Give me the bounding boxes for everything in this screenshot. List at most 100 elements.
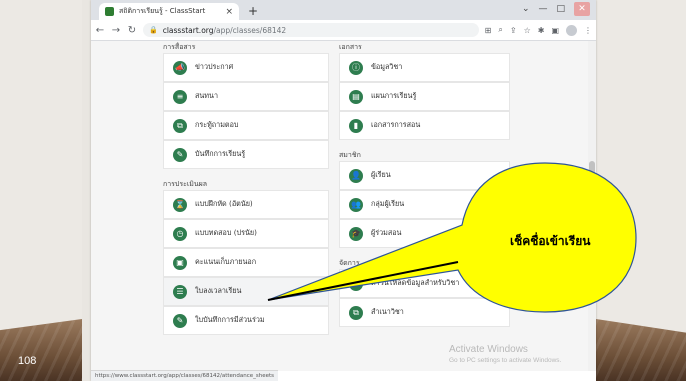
menu-item[interactable]: 🎓 ผู้ร่วมสอน bbox=[339, 219, 510, 248]
close-window-icon[interactable]: ✕ bbox=[574, 2, 590, 16]
menu-item-label: ข้อมูลวิชา bbox=[371, 62, 403, 71]
menu-item-label: เอกสารการสอน bbox=[371, 120, 421, 129]
menu-item[interactable]: 👥 กลุ่มผู้เรียน bbox=[339, 190, 510, 219]
watermark-line1: Activate Windows bbox=[449, 344, 528, 355]
attendance-icon: ☰ bbox=[173, 284, 187, 299]
menu-item[interactable]: ☰ ใบลงเวลาเรียน bbox=[163, 277, 329, 306]
menu-item[interactable]: ≡ สนทนา bbox=[163, 82, 329, 111]
participation-icon: ✎ bbox=[173, 313, 187, 328]
share-icon[interactable]: ⇪ bbox=[510, 26, 517, 35]
section-communication: การสื่อสาร bbox=[163, 43, 196, 51]
page-content: การสื่อสาร 📣 ข่าวประกาศ ≡ สนทนา ⧉ กระทู้ถามตอ… bbox=[91, 41, 588, 371]
menu-item-label: แบบทดสอบ (ปรนัย) bbox=[195, 228, 257, 237]
menu-item-label: ผู้เรียน bbox=[371, 170, 391, 179]
menu-item[interactable]: ▮ เอกสารการสอน bbox=[339, 111, 510, 140]
menu-item-label: แบบฝึกหัด (อัตนัย) bbox=[195, 199, 253, 208]
section-management: จัดการ bbox=[339, 259, 360, 267]
menu-item-label: กลุ่มผู้เรียน bbox=[371, 199, 405, 208]
right-column: เอกสาร ⓘ ข้อมูลวิชา ▤ แผนการเรียนรู้ ▮ เอกสาร… bbox=[339, 41, 510, 327]
activate-windows-watermark: Activate Windows Go to PC settings to ac… bbox=[449, 344, 561, 364]
section-members: สมาชิก bbox=[339, 151, 361, 159]
chevron-down-icon[interactable]: ⌄ bbox=[522, 4, 530, 14]
communication-list: 📣 ข่าวประกาศ ≡ สนทนา ⧉ กระทู้ถามตอบ ✎ บันทึกการ… bbox=[163, 53, 329, 169]
members-list: 👤 ผู้เรียน 👥 กลุ่มผู้เรียน 🎓 ผู้ร่วมสอน bbox=[339, 161, 510, 248]
url-text: classstart.org/app/classes/68142 bbox=[163, 26, 286, 35]
menu-item[interactable]: ⌛ แบบฝึกหัด (อัตนัย) bbox=[163, 190, 329, 219]
translate-icon[interactable]: ⊞ bbox=[485, 26, 492, 35]
zoom-icon[interactable]: ⌕ bbox=[498, 25, 502, 35]
menu-item-label: ผู้ร่วมสอน bbox=[371, 228, 402, 237]
qa-icon: ⧉ bbox=[173, 118, 187, 133]
tab-bar: สถิติการเรียนรู้ - ClassStart × + ⌄ — □ … bbox=[91, 0, 596, 20]
url-host: classstart.org bbox=[162, 25, 214, 35]
menu-item[interactable]: ⧉ สำเนาวิชา bbox=[339, 298, 510, 327]
quiz-icon: ◷ bbox=[173, 226, 187, 241]
chat-icon: ≡ bbox=[173, 89, 187, 104]
menu-item-label: ข่าวประกาศ bbox=[195, 62, 234, 71]
document-icon: ▮ bbox=[349, 118, 363, 133]
menu-item-label: ดาวน์โหลดข้อมูลสำหรับวิชา bbox=[371, 278, 460, 287]
status-bar-url: https://www.classstart.org/app/classes/6… bbox=[91, 370, 279, 381]
menu-item-label: แผนการเรียนรู้ bbox=[371, 91, 417, 100]
new-tab-button[interactable]: + bbox=[246, 4, 260, 18]
menu-item-label: ใบบันทึกการมีส่วนร่วม bbox=[195, 315, 265, 324]
menu-item[interactable]: ⧉ กระทู้ถามตอบ bbox=[163, 111, 329, 140]
browser-window: สถิติการเรียนรู้ - ClassStart × + ⌄ — □ … bbox=[91, 0, 596, 381]
page-scrollbar[interactable] bbox=[588, 41, 596, 371]
menu-item-label: บันทึกการเรียนรู้ bbox=[195, 149, 246, 158]
watermark-line2: Go to PC settings to activate Windows. bbox=[449, 357, 562, 364]
group-icon: 👥 bbox=[349, 197, 363, 212]
menu-item-label: สำเนาวิชา bbox=[371, 307, 404, 316]
menu-item-label: ใบลงเวลาเรียน bbox=[195, 286, 242, 295]
left-column: การสื่อสาร 📣 ข่าวประกาศ ≡ สนทนา ⧉ กระทู้ถามตอ… bbox=[163, 41, 329, 335]
briefcase-icon: ▣ bbox=[173, 255, 187, 270]
slide-number: 108 bbox=[18, 355, 37, 367]
profile-avatar[interactable] bbox=[566, 24, 577, 36]
menu-item[interactable]: ⇩ ดาวน์โหลดข้อมูลสำหรับวิชา bbox=[339, 269, 510, 298]
address-bar[interactable]: 🔒 classstart.org/app/classes/68142 bbox=[143, 23, 479, 37]
tab-title: สถิติการเรียนรู้ - ClassStart bbox=[119, 7, 206, 15]
window-controls: ⌄ — □ ✕ bbox=[522, 2, 590, 16]
documents-list: ⓘ ข้อมูลวิชา ▤ แผนการเรียนรู้ ▮ เอกสารการสอน bbox=[339, 53, 510, 140]
menu-item-label: สนทนา bbox=[195, 91, 218, 100]
menu-item-label: กระทู้ถามตอบ bbox=[195, 120, 239, 129]
lock-icon: 🔒 bbox=[149, 26, 158, 34]
evaluation-list: ⌛ แบบฝึกหัด (อัตนัย) ◷ แบบทดสอบ (ปรนัย) ▣ คะแ… bbox=[163, 190, 329, 335]
menu-item[interactable]: ⓘ ข้อมูลวิชา bbox=[339, 53, 510, 82]
learner-icon: 👤 bbox=[349, 168, 363, 183]
favicon-icon bbox=[105, 7, 114, 16]
menu-item[interactable]: ◷ แบบทดสอบ (ปรนัย) bbox=[163, 219, 329, 248]
menu-item[interactable]: ✎ บันทึกการเรียนรู้ bbox=[163, 140, 329, 169]
plan-icon: ▤ bbox=[349, 89, 363, 104]
sidepanel-icon[interactable]: ▣ bbox=[551, 26, 559, 35]
url-path: /app/classes/68142 bbox=[213, 25, 287, 35]
minimize-icon[interactable]: — bbox=[538, 4, 547, 14]
menu-item[interactable]: 📣 ข่าวประกาศ bbox=[163, 53, 329, 82]
menu-icon[interactable]: ⋮ bbox=[584, 26, 592, 35]
reload-icon[interactable]: ↻ bbox=[127, 25, 137, 36]
info-icon: ⓘ bbox=[349, 60, 363, 75]
menu-item[interactable]: ▤ แผนการเรียนรู้ bbox=[339, 82, 510, 111]
menu-item[interactable]: 👤 ผู้เรียน bbox=[339, 161, 510, 190]
callout-text: เช็คชื่อเข้าเรียน bbox=[510, 234, 591, 248]
back-icon[interactable]: ← bbox=[95, 25, 105, 36]
exercise-icon: ⌛ bbox=[173, 197, 187, 212]
download-icon: ⇩ bbox=[349, 276, 363, 291]
megaphone-icon: 📣 bbox=[173, 60, 187, 75]
copy-icon: ⧉ bbox=[349, 305, 363, 320]
maximize-icon[interactable]: □ bbox=[556, 4, 565, 14]
browser-tab[interactable]: สถิติการเรียนรู้ - ClassStart × bbox=[99, 3, 239, 20]
co-teacher-icon: 🎓 bbox=[349, 226, 363, 241]
menu-item[interactable]: ✎ ใบบันทึกการมีส่วนร่วม bbox=[163, 306, 329, 335]
extensions-icon[interactable]: ✱ bbox=[538, 26, 545, 35]
journal-icon: ✎ bbox=[173, 147, 187, 162]
section-documents: เอกสาร bbox=[339, 43, 362, 51]
menu-item[interactable]: ▣ คะแนนเก็บภายนอก bbox=[163, 248, 329, 277]
menu-item-label: คะแนนเก็บภายนอก bbox=[195, 257, 257, 266]
section-evaluation: การประเมินผล bbox=[163, 180, 208, 188]
tab-close-icon[interactable]: × bbox=[225, 7, 233, 17]
forward-icon[interactable]: → bbox=[111, 25, 121, 36]
browser-toolbar: ← → ↻ 🔒 classstart.org/app/classes/68142… bbox=[91, 20, 596, 41]
management-list: ⇩ ดาวน์โหลดข้อมูลสำหรับวิชา ⧉ สำเนาวิชา bbox=[339, 269, 510, 327]
bookmark-star-icon[interactable]: ☆ bbox=[524, 26, 531, 35]
